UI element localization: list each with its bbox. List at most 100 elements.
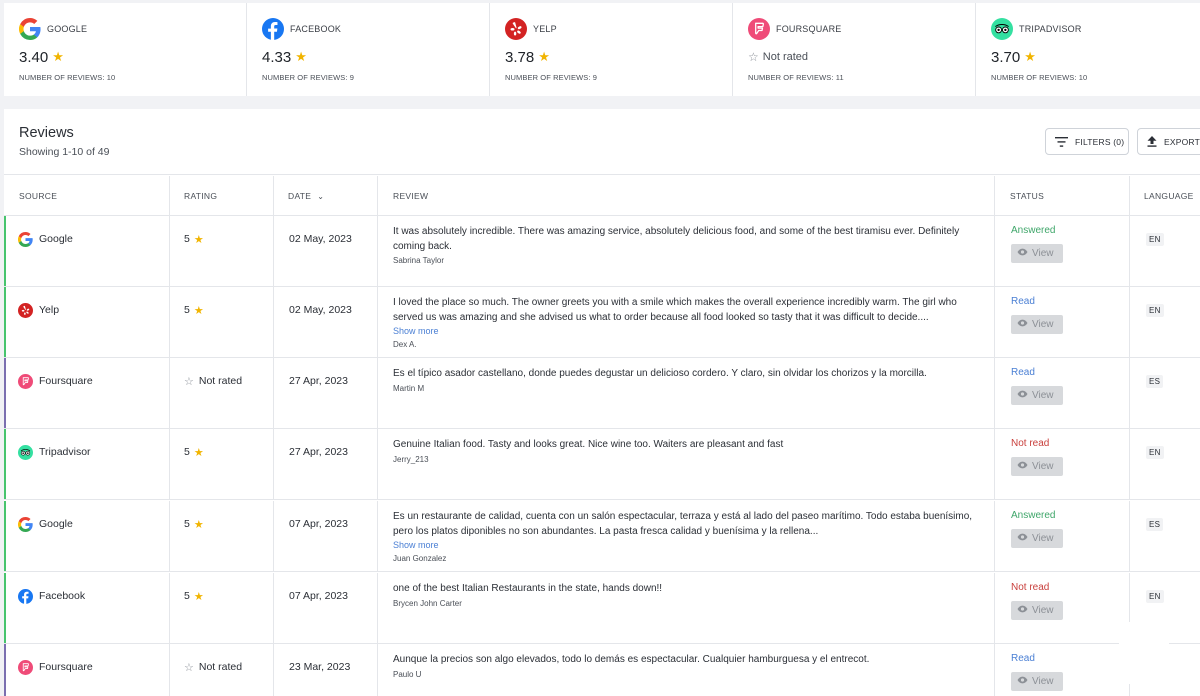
- star-icon: ★: [52, 49, 64, 64]
- column-status[interactable]: STATUS: [1010, 176, 1044, 216]
- source-card-header: TRIPADVISOR: [991, 18, 1200, 40]
- column-review: REVIEW: [393, 191, 429, 201]
- source-card-yelp[interactable]: YELP 3.78 ★ NUMBER OF REVIEWS: 9: [490, 3, 733, 96]
- view-button[interactable]: View: [1011, 672, 1063, 691]
- source-card-foursquare[interactable]: FOURSQUARE ☆ Not rated NUMBER OF REVIEWS: 1…: [733, 3, 976, 96]
- review-cell: Aunque la precios son algo elevados, tod…: [377, 644, 994, 696]
- source-name: Foursquare: [39, 661, 93, 673]
- status-badge: Read: [1011, 296, 1035, 307]
- status-cell: Answered View: [994, 501, 1129, 571]
- source-score: 3.40 ★: [19, 46, 246, 68]
- source-wrap: Yelp: [18, 302, 59, 318]
- review-author: Juan Gonzalez: [393, 554, 447, 563]
- rating-value: 5: [184, 304, 190, 316]
- language-cell: ES: [1129, 501, 1200, 571]
- source-name: Google: [39, 518, 73, 530]
- eye-icon: [1017, 676, 1032, 687]
- status-wrap: Read View: [1011, 295, 1063, 334]
- rating-cell: 5 ★: [169, 429, 273, 499]
- review-date: 23 Mar, 2023: [289, 661, 351, 673]
- table-row[interactable]: Foursquare ☆ Not rated 23 Mar, 2023 Aunque l…: [4, 644, 1200, 696]
- status-wrap: Read View: [1011, 652, 1063, 691]
- yelp-logo-icon: [18, 302, 33, 318]
- filters-button[interactable]: FILTERS (0): [1045, 128, 1129, 155]
- star-icon: ★: [538, 49, 550, 64]
- not-rated-label: Not rated: [198, 661, 243, 673]
- status-badge: Not read: [1011, 582, 1050, 593]
- show-more-link[interactable]: Show more: [393, 325, 983, 338]
- source-card-google[interactable]: GOOGLE 3.40 ★ NUMBER OF REVIEWS: 10: [4, 3, 247, 96]
- review-date: 07 Apr, 2023: [289, 518, 348, 530]
- rating-cell: ☆ Not rated: [169, 358, 273, 428]
- review-text: It was absolutely incredible. There was …: [393, 226, 960, 252]
- source-card-header: FOURSQUARE: [748, 18, 975, 40]
- foursquare-logo-icon: [18, 659, 33, 675]
- rating-cell: 5 ★: [169, 287, 273, 357]
- rating-cell: ☆ Not rated: [169, 644, 273, 696]
- status-wrap: Not read View: [1011, 437, 1063, 476]
- view-label: View: [1032, 533, 1054, 544]
- source-name: FOURSQUARE: [776, 24, 842, 34]
- results-count: Showing 1-10 of 49: [19, 146, 110, 158]
- rating-wrap: 5 ★: [184, 444, 204, 460]
- date-cell: 02 May, 2023: [273, 216, 377, 286]
- filter-icon: [1055, 136, 1068, 147]
- language-cell: EN: [1129, 429, 1200, 499]
- view-button[interactable]: View: [1011, 529, 1063, 548]
- status-cell: Answered View: [994, 216, 1129, 286]
- language-cell: EN: [1129, 287, 1200, 357]
- star-outline-icon: ☆: [184, 375, 194, 388]
- source-card-header: FACEBOOK: [262, 18, 489, 40]
- view-button[interactable]: View: [1011, 244, 1063, 263]
- source-name: GOOGLE: [47, 24, 88, 34]
- column-rating[interactable]: RATING: [184, 176, 217, 216]
- source-card-tripadvisor[interactable]: TRIPADVISOR 3.70 ★ NUMBER OF REVIEWS: 10: [976, 3, 1200, 96]
- status-wrap: Not read View: [1011, 581, 1063, 620]
- view-button[interactable]: View: [1011, 601, 1063, 620]
- column-date[interactable]: DATE ⌄: [288, 176, 324, 216]
- google-logo-icon: [18, 516, 33, 532]
- table-row[interactable]: Facebook 5 ★ 07 Apr, 2023 one of the best It…: [4, 573, 1200, 644]
- table-row[interactable]: Yelp 5 ★ 02 May, 2023 I loved the place so m…: [4, 287, 1200, 358]
- show-more-link[interactable]: Show more: [393, 539, 983, 552]
- eye-icon: [1017, 533, 1032, 544]
- table-row[interactable]: Google 5 ★ 07 Apr, 2023 Es un restaurante de…: [4, 501, 1200, 572]
- review-count: NUMBER OF REVIEWS: 11: [748, 73, 844, 82]
- column-source[interactable]: SOURCE: [19, 176, 57, 216]
- view-label: View: [1032, 319, 1054, 330]
- table-row[interactable]: Foursquare ☆ Not rated 27 Apr, 2023 Es el tí…: [4, 358, 1200, 429]
- review-author: Brycen John Carter: [393, 598, 462, 608]
- source-score: 3.78 ★: [505, 46, 732, 68]
- source-wrap: Google: [18, 516, 73, 532]
- star-icon: ★: [193, 446, 204, 459]
- not-rated-label: Not rated: [762, 51, 809, 63]
- view-label: View: [1032, 248, 1054, 259]
- review-author: Paulo U: [393, 669, 422, 679]
- source-card-facebook[interactable]: FACEBOOK 4.33 ★ NUMBER OF REVIEWS: 9: [247, 3, 490, 96]
- review-count: NUMBER OF REVIEWS: 9: [505, 73, 598, 82]
- review-author: Dex A.: [393, 340, 417, 349]
- rating-cell: 5 ★: [169, 573, 273, 643]
- source-name: Foursquare: [39, 375, 93, 387]
- review-date: 27 Apr, 2023: [289, 446, 348, 458]
- source-wrap: Foursquare: [18, 373, 93, 389]
- table-row[interactable]: Tripadvisor 5 ★ 27 Apr, 2023 Genuine Italian…: [4, 429, 1200, 500]
- review-author: Martin M: [393, 383, 425, 393]
- status-badge: Answered: [1011, 510, 1056, 521]
- rating-wrap: ☆ Not rated: [184, 373, 242, 389]
- table-row[interactable]: Google 5 ★ 02 May, 2023 It was absolutely in…: [4, 216, 1200, 287]
- review-date: 07 Apr, 2023: [289, 590, 348, 602]
- status-cell: Not read View: [994, 429, 1129, 499]
- export-button[interactable]: EXPORT: [1137, 128, 1200, 155]
- status-wrap: Read View: [1011, 366, 1063, 405]
- view-button[interactable]: View: [1011, 386, 1063, 405]
- google-logo-icon: [18, 231, 33, 247]
- date-cell: 27 Apr, 2023: [273, 429, 377, 499]
- column-language[interactable]: LANGUAGE: [1144, 176, 1194, 216]
- source-name: FACEBOOK: [290, 24, 342, 34]
- eye-icon: [1017, 605, 1032, 616]
- review-date: 02 May, 2023: [289, 304, 352, 316]
- source-card-header: GOOGLE: [19, 18, 246, 40]
- view-button[interactable]: View: [1011, 315, 1063, 334]
- view-button[interactable]: View: [1011, 457, 1063, 476]
